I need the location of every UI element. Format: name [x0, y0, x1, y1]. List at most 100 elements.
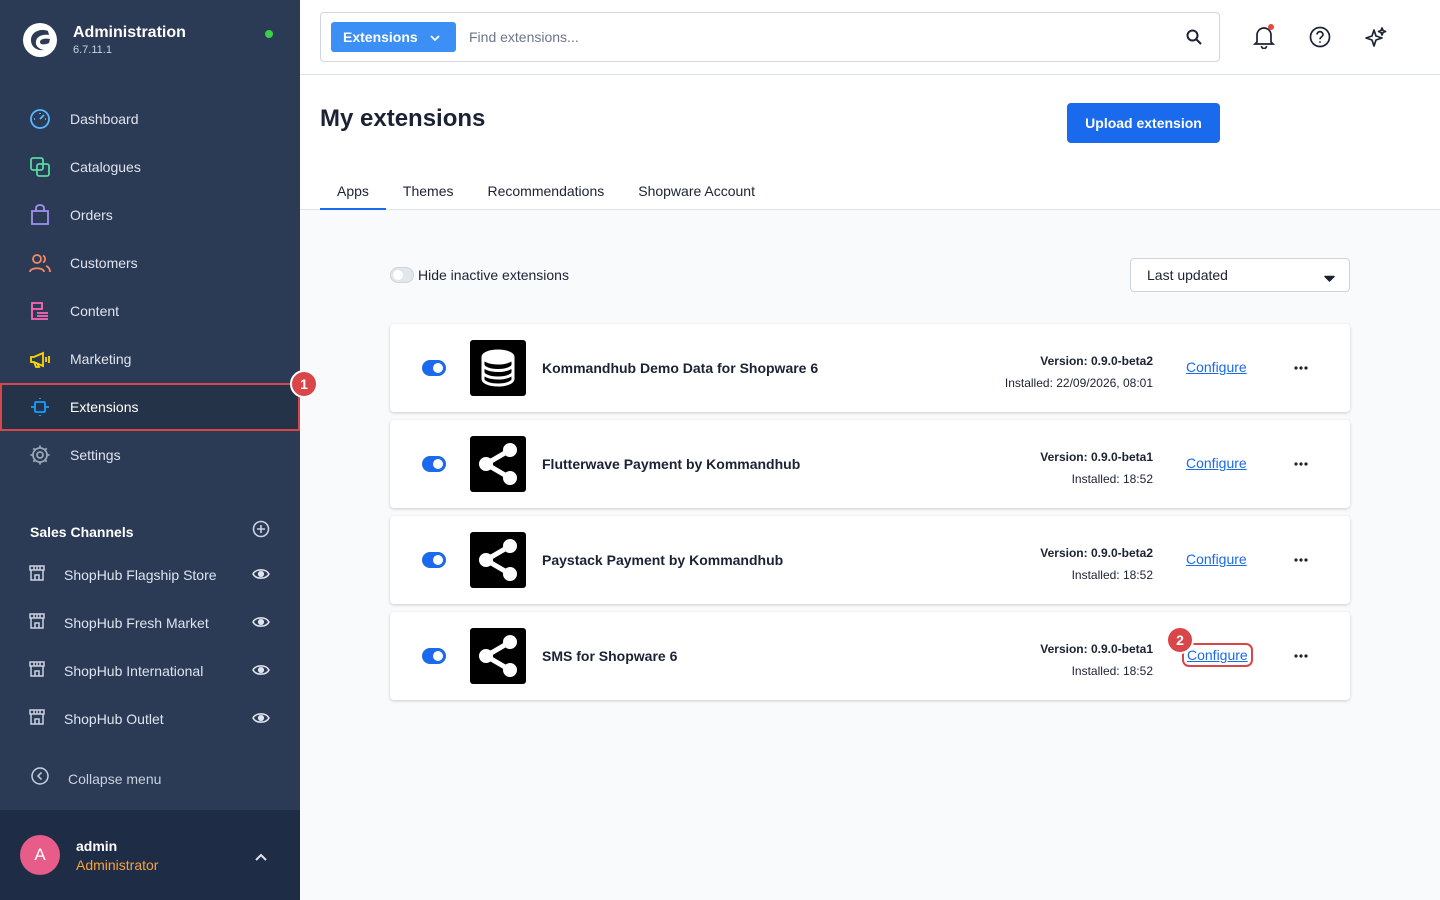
main-nav: Dashboard Catalogues Orders Customers Co…	[0, 95, 318, 479]
nav-item-content[interactable]: Content	[0, 287, 300, 335]
sales-channels-title: Sales Channels	[30, 523, 134, 540]
nav-item-extensions[interactable]: Extensions 1	[0, 370, 318, 431]
configure-link[interactable]: Configure	[1186, 359, 1247, 375]
configure-link[interactable]: Configure	[1186, 551, 1247, 567]
collapse-menu-button[interactable]: Collapse menu	[30, 766, 161, 791]
search-type-label: Extensions	[343, 29, 418, 45]
search-type-select[interactable]: Extensions	[331, 22, 456, 52]
extension-list: Kommandhub Demo Data for Shopware 6 Vers…	[390, 324, 1350, 708]
eye-icon[interactable]	[252, 615, 270, 634]
customers-icon	[28, 251, 52, 275]
upload-extension-button[interactable]: Upload extension	[1067, 103, 1220, 143]
share-nodes-icon	[479, 443, 517, 485]
tab-bar: Apps Themes Recommendations Shopware Acc…	[320, 173, 772, 210]
extension-active-toggle[interactable]	[422, 648, 446, 664]
sales-channel-label: ShopHub Outlet	[64, 711, 164, 727]
sales-channel-list: ShopHub Flagship Store ShopHub Fresh Mar…	[0, 551, 300, 743]
sales-channel-item[interactable]: ShopHub Flagship Store	[0, 551, 300, 599]
marketing-icon	[28, 347, 52, 371]
user-role: Administrator	[76, 857, 159, 873]
extension-installed: Installed: 18:52	[1071, 568, 1153, 582]
nav-item-customers[interactable]: Customers	[0, 239, 300, 287]
eye-icon[interactable]	[252, 711, 270, 730]
orders-icon	[28, 203, 52, 227]
chevron-left-circle-icon	[30, 766, 50, 791]
sparkle-icon[interactable]	[1364, 25, 1388, 49]
extension-active-toggle[interactable]	[422, 360, 446, 376]
nav-item-dashboard[interactable]: Dashboard	[0, 95, 300, 143]
search-input[interactable]	[469, 22, 1169, 52]
bell-icon[interactable]	[1252, 24, 1276, 49]
sidebar: Administration 6.7.11.1 Dashboard Catalo…	[0, 0, 318, 900]
sort-select[interactable]: Last updated	[1130, 258, 1350, 292]
tab-themes[interactable]: Themes	[386, 173, 471, 210]
sales-channel-label: ShopHub Flagship Store	[64, 567, 217, 583]
eye-icon[interactable]	[252, 663, 270, 682]
share-nodes-icon	[479, 539, 517, 581]
catalogue-icon	[28, 155, 52, 179]
extension-version: Version: 0.9.0-beta2	[1040, 354, 1153, 368]
database-icon	[481, 349, 515, 387]
storefront-icon	[28, 708, 46, 731]
configure-link[interactable]: Configure	[1182, 643, 1253, 667]
extension-name: Kommandhub Demo Data for Shopware 6	[542, 360, 819, 376]
extension-version: Version: 0.9.0-beta1	[1040, 450, 1153, 464]
nav-label: Orders	[70, 207, 113, 223]
share-nodes-icon	[479, 635, 517, 677]
extension-meta: Version: 0.9.0-beta2 Installed: 22/09/20…	[1005, 350, 1153, 394]
extensions-icon	[28, 395, 52, 419]
dashboard-icon	[28, 107, 52, 131]
more-options-icon[interactable]	[1290, 550, 1312, 570]
extension-active-toggle[interactable]	[422, 552, 446, 568]
nav-label: Catalogues	[70, 159, 141, 175]
configure-link[interactable]: Configure	[1186, 455, 1247, 471]
global-search: Extensions	[320, 12, 1220, 62]
sales-channel-item[interactable]: ShopHub Outlet	[0, 695, 300, 743]
settings-icon	[28, 443, 52, 467]
nav-item-settings[interactable]: Settings	[0, 431, 300, 479]
sales-channel-item[interactable]: ShopHub International	[0, 647, 300, 695]
extension-logo	[470, 436, 526, 492]
extension-installed: Installed: 18:52	[1071, 664, 1153, 678]
extension-version: Version: 0.9.0-beta1	[1040, 642, 1153, 656]
avatar: A	[20, 835, 60, 875]
extension-name: Flutterwave Payment by Kommandhub	[542, 456, 801, 472]
tab-apps[interactable]: Apps	[320, 173, 386, 210]
sort-value: Last updated	[1147, 267, 1228, 283]
notification-dot	[1268, 24, 1274, 30]
brand[interactable]: Administration 6.7.11.1	[22, 22, 186, 58]
eye-icon[interactable]	[252, 567, 270, 586]
app-title: Administration	[73, 24, 186, 41]
user-panel[interactable]: A admin Administrator	[0, 810, 300, 900]
extension-card: SMS for Shopware 6 Version: 0.9.0-beta1 …	[390, 612, 1350, 700]
extension-card: Flutterwave Payment by Kommandhub Versio…	[390, 420, 1350, 508]
sales-channels-header: Sales Channels	[30, 520, 270, 543]
extension-active-toggle[interactable]	[422, 456, 446, 472]
collapse-menu-label: Collapse menu	[68, 770, 162, 787]
chevron-down-icon	[430, 29, 440, 45]
help-icon[interactable]	[1308, 25, 1332, 49]
nav-item-marketing[interactable]: Marketing	[0, 335, 300, 383]
nav-item-catalogues[interactable]: Catalogues	[0, 143, 300, 191]
page-header: My extensions Upload extension Apps Them…	[300, 75, 1440, 210]
chevron-up-icon[interactable]	[254, 849, 268, 867]
more-options-icon[interactable]	[1290, 454, 1312, 474]
app-version: 6.7.11.1	[73, 44, 112, 56]
extension-card: Paystack Payment by Kommandhub Version: …	[390, 516, 1350, 604]
extension-logo	[470, 628, 526, 684]
hide-inactive-toggle[interactable]	[390, 267, 414, 283]
page-title: My extensions	[320, 105, 486, 132]
nav-item-orders[interactable]: Orders	[0, 191, 300, 239]
add-sales-channel-icon[interactable]	[252, 520, 270, 543]
nav-label: Dashboard	[70, 111, 139, 127]
sales-channel-item[interactable]: ShopHub Fresh Market	[0, 599, 300, 647]
extension-logo	[470, 532, 526, 588]
more-options-icon[interactable]	[1290, 358, 1312, 378]
hide-inactive-label: Hide inactive extensions	[418, 267, 569, 283]
nav-label: Settings	[70, 447, 121, 463]
search-icon[interactable]	[1185, 28, 1203, 51]
tab-recommendations[interactable]: Recommendations	[471, 173, 622, 210]
sales-channel-label: ShopHub Fresh Market	[64, 615, 209, 631]
tab-shopware-account[interactable]: Shopware Account	[621, 173, 772, 210]
more-options-icon[interactable]	[1290, 646, 1312, 666]
